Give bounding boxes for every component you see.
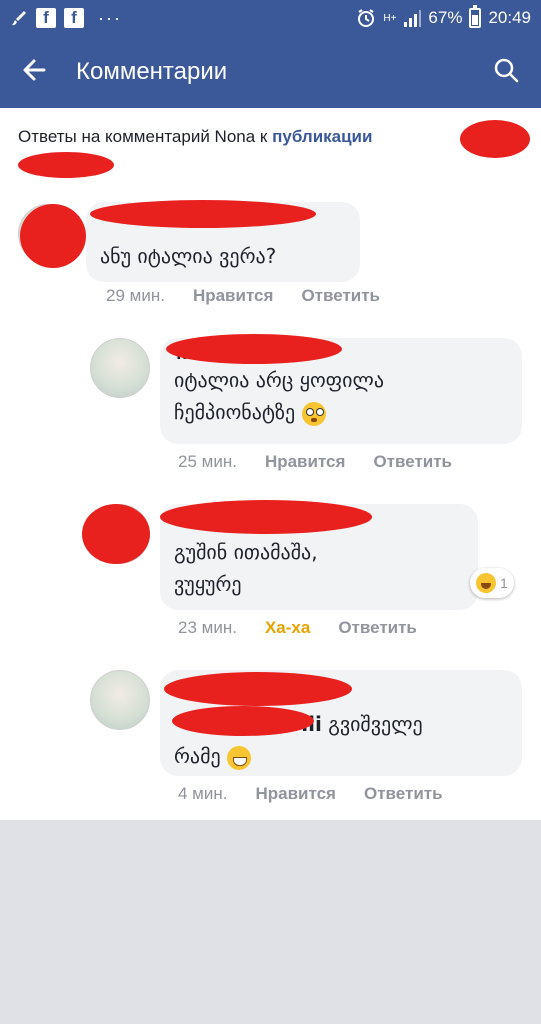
status-time: 20:49 (488, 8, 531, 27)
reply-button[interactable]: Ответить (338, 618, 417, 638)
network-icon: H+ (383, 12, 397, 24)
redaction-mark (90, 200, 316, 228)
redaction-mark (172, 706, 314, 736)
reaction-count: 1 (500, 575, 508, 591)
back-arrow-icon[interactable] (22, 58, 46, 87)
comment-actions: 4 мин. Нравится Ответить (178, 784, 443, 804)
redaction-mark (20, 204, 86, 268)
comment-actions: 25 мин. Нравится Ответить (178, 452, 452, 472)
reaction-badge[interactable]: 1 (470, 568, 514, 598)
alarm-icon (356, 8, 376, 28)
avatar[interactable] (90, 670, 150, 730)
facebook-icon: f (36, 8, 56, 28)
laughing-face-icon (476, 573, 496, 593)
comment-time: 23 мин. (178, 618, 237, 637)
grinning-face-icon (227, 745, 252, 770)
signal-icon (403, 9, 422, 27)
battery-percent: 67% (428, 8, 463, 27)
like-button[interactable]: Нравится (265, 452, 346, 472)
comment-actions: 23 мин. Ха-ха Ответить (178, 618, 417, 638)
facebook-icon: f (64, 8, 84, 28)
reply-button[interactable]: Ответить (364, 784, 443, 804)
redaction-mark (460, 120, 530, 158)
comment-text: რამე (174, 740, 508, 772)
comment-actions: 29 мин. Нравится Ответить (106, 286, 380, 306)
redaction-mark (82, 504, 150, 564)
redaction-mark (160, 500, 372, 534)
reply-button[interactable]: Ответить (373, 452, 452, 472)
flushed-face-icon (301, 401, 326, 426)
redaction-mark (18, 152, 114, 178)
more-dots-icon: ··· (98, 7, 122, 28)
avatar[interactable] (90, 338, 150, 398)
like-button[interactable]: Нравится (193, 286, 274, 306)
haha-reaction-button[interactable]: Ха-ха (265, 618, 310, 638)
comment-text-line: გუშინ ითამაშა, (174, 540, 318, 564)
reply-button[interactable]: Ответить (301, 286, 380, 306)
battery-icon (469, 5, 482, 28)
brush-icon (10, 9, 28, 27)
comment-text-line: ვუყურე (174, 572, 242, 596)
publication-link[interactable]: публикации (272, 127, 372, 146)
status-bar: f f ··· H+ 67% 20:49 (0, 0, 541, 36)
search-icon[interactable] (493, 57, 519, 88)
comment-text-line: რამე (174, 744, 221, 768)
comment-text: ანუ იტალია ვერა? (100, 244, 277, 268)
header-text: Ответы на комментарий Nona к (18, 127, 273, 146)
page-title: Комментарии (76, 58, 228, 85)
app-bar: Комментарии (0, 36, 541, 108)
comment-time: 4 мин. (178, 784, 228, 803)
thread-header: Ответы на комментарий Nona к публикации (18, 126, 528, 148)
like-button[interactable]: Нравится (255, 784, 336, 804)
comment-text-body: იტალია არც ყოფილა ჩემპიონატზე (174, 368, 384, 424)
comments-thread: Ответы на комментарий Nona к публикации … (0, 108, 541, 820)
comment-text: იტალია არც ყოფილა ჩემპიონატზე (174, 364, 504, 428)
comment-time: 29 мин. (106, 286, 165, 305)
redaction-mark (166, 334, 342, 364)
comment-text-line: გვიშველე (321, 712, 423, 736)
comment-time: 25 мин. (178, 452, 237, 471)
redaction-mark (164, 672, 352, 706)
